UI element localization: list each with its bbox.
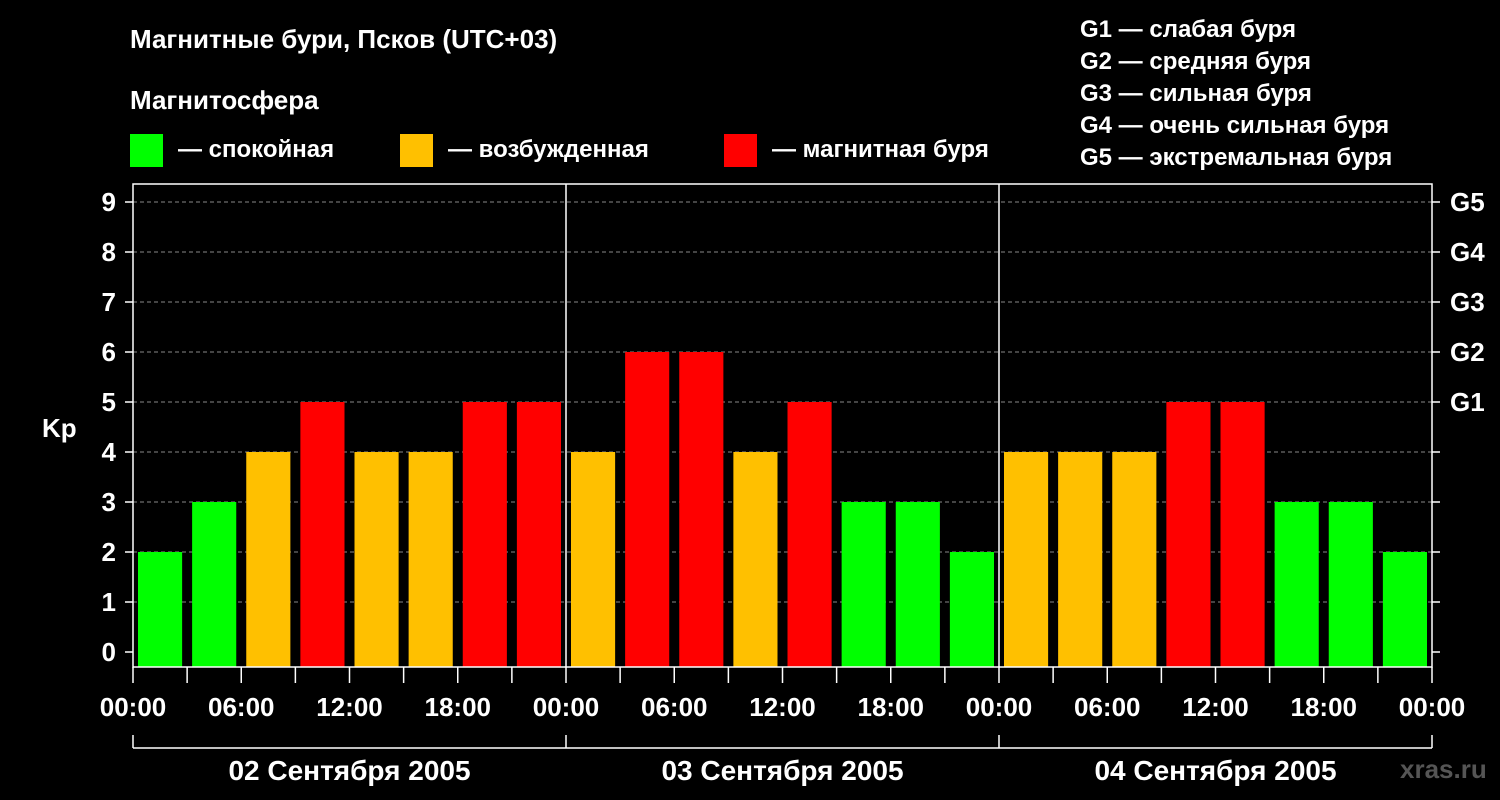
x-tick-label: 00:00 <box>100 692 167 722</box>
g-level-label: G3 <box>1450 287 1485 317</box>
legend-title: Магнитосфера <box>130 85 319 115</box>
kp-bar <box>516 402 561 667</box>
kp-bar <box>625 352 670 667</box>
y-tick-label: 3 <box>102 487 116 517</box>
g-scale-g3: G3 — сильная буря <box>1080 80 1312 107</box>
g-level-label: G1 <box>1450 387 1485 417</box>
x-tick-label: 12:00 <box>1182 692 1249 722</box>
kp-bar <box>571 452 616 667</box>
x-tick-label: 06:00 <box>1074 692 1141 722</box>
g-level-label: G2 <box>1450 337 1485 367</box>
kp-bar <box>1328 502 1373 667</box>
y-axis-label: Kp <box>42 413 77 443</box>
legend-swatch-quiet <box>130 134 163 167</box>
kp-bar <box>895 502 940 667</box>
g-scale-g5: G5 — экстремальная буря <box>1080 144 1392 171</box>
x-tick-label: 06:00 <box>208 692 275 722</box>
kp-chart: Магнитные бури, Псков (UTC+03) Магнитосф… <box>42 16 1487 786</box>
y-tick-label: 4 <box>102 437 117 467</box>
x-tick-label: 06:00 <box>641 692 708 722</box>
kp-bar <box>462 402 507 667</box>
y-tick-label: 1 <box>102 587 116 617</box>
kp-bar <box>949 552 994 667</box>
legend-swatch-active <box>400 134 433 167</box>
day-label: 02 Сентября 2005 <box>228 755 470 786</box>
watermark: xras.ru <box>1400 754 1487 784</box>
y-tick-label: 2 <box>102 537 116 567</box>
legend-label-storm: — магнитная буря <box>772 136 989 163</box>
x-tick-label: 00:00 <box>533 692 600 722</box>
kp-bar <box>138 552 183 667</box>
kp-bar <box>787 402 832 667</box>
g-scale-g2: G2 — средняя буря <box>1080 48 1311 75</box>
day-label: 04 Сентября 2005 <box>1094 755 1336 786</box>
g-scale-g4: G4 — очень сильная буря <box>1080 112 1389 139</box>
kp-bar <box>354 452 399 667</box>
legend-label-quiet: — спокойная <box>178 136 334 163</box>
kp-bar <box>1112 452 1157 667</box>
plot-area: 0 1 2 3 4 5 6 7 8 9 G1 G2 G3 G4 G5 00:00 06:00 12:00 18:00… <box>100 183 1485 786</box>
y-tick-label: 8 <box>102 237 116 267</box>
x-tick-label: 12:00 <box>316 692 383 722</box>
day-label: 03 Сентября 2005 <box>661 755 903 786</box>
kp-bar <box>300 402 345 667</box>
kp-bar <box>1220 402 1265 667</box>
x-tick-label: 00:00 <box>1399 692 1466 722</box>
x-tick-label: 18:00 <box>425 692 492 722</box>
kp-bar <box>679 352 724 667</box>
kp-bar <box>841 502 886 667</box>
g-scale-g1: G1 — слабая буря <box>1080 16 1296 43</box>
y-tick-label: 5 <box>102 387 116 417</box>
x-tick-label: 00:00 <box>966 692 1033 722</box>
kp-bar <box>408 452 453 667</box>
g-level-label: G5 <box>1450 187 1485 217</box>
kp-bar <box>1274 502 1319 667</box>
kp-bar <box>733 452 778 667</box>
kp-bar <box>1004 452 1049 667</box>
y-tick-label: 6 <box>102 337 116 367</box>
x-tick-label: 18:00 <box>858 692 925 722</box>
g-level-label: G4 <box>1450 237 1485 267</box>
legend-swatch-storm <box>724 134 757 167</box>
chart-title: Магнитные бури, Псков (UTC+03) <box>130 24 557 54</box>
kp-bar <box>192 502 237 667</box>
y-tick-label: 7 <box>102 287 116 317</box>
kp-bar <box>1058 452 1103 667</box>
kp-bar <box>246 452 291 667</box>
x-tick-label: 18:00 <box>1291 692 1358 722</box>
kp-bar <box>1382 552 1427 667</box>
kp-bar <box>1166 402 1211 667</box>
x-tick-label: 12:00 <box>749 692 816 722</box>
legend-label-active: — возбужденная <box>448 136 649 163</box>
y-tick-label: 0 <box>102 637 116 667</box>
y-tick-label: 9 <box>102 187 116 217</box>
